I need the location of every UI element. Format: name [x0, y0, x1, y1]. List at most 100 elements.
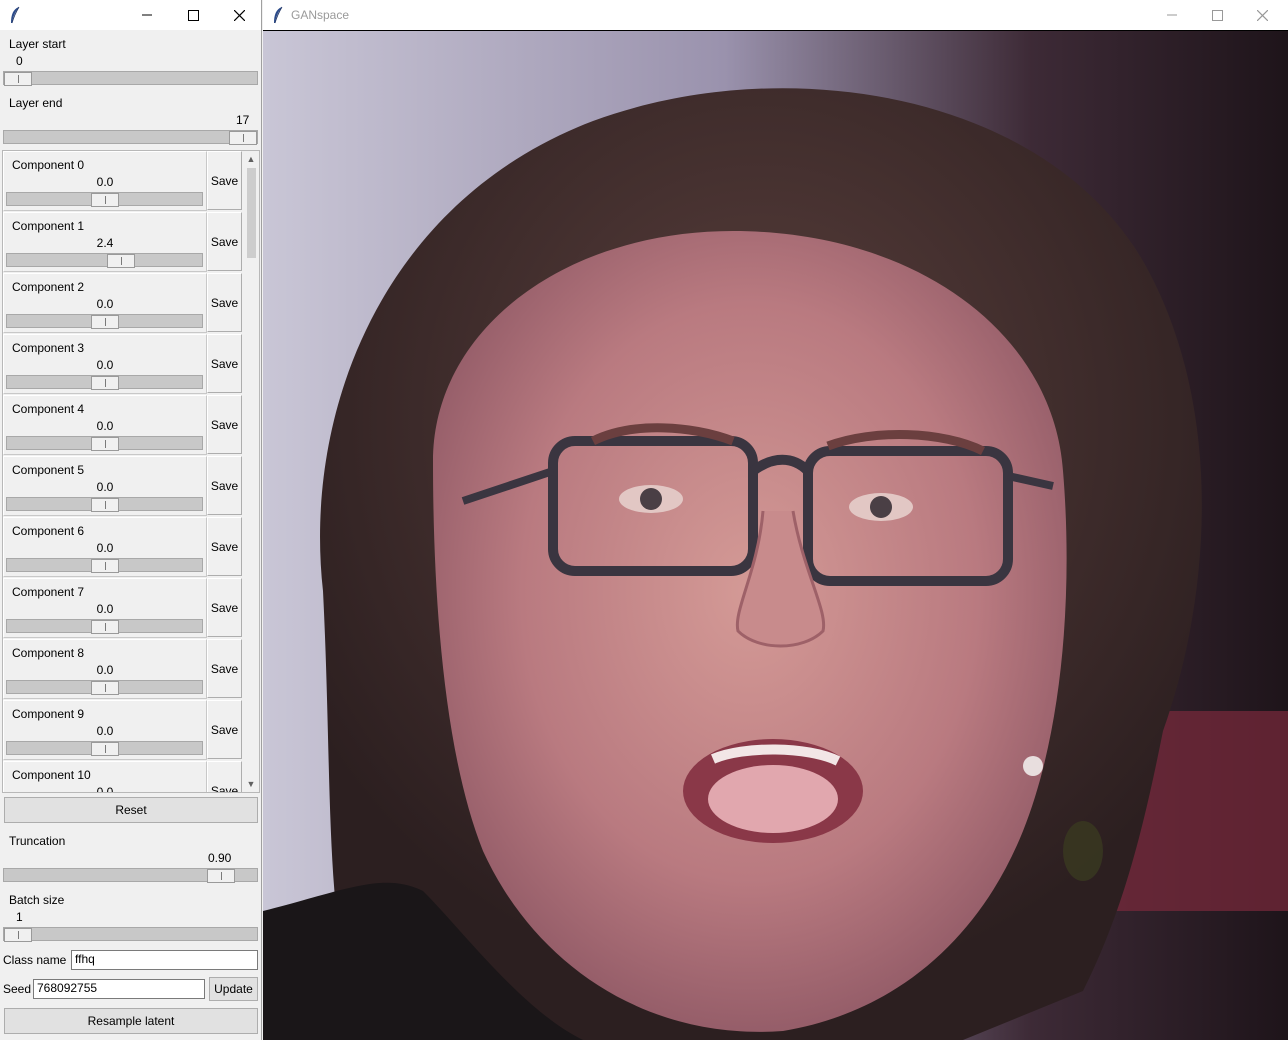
component-slider[interactable] — [6, 741, 203, 756]
class-name-input[interactable]: ffhq — [71, 950, 258, 970]
component-list[interactable]: Component 0 0.0 Save Component 1 2.4 Save Comp… — [2, 150, 260, 793]
batch-size-slider-thumb[interactable] — [4, 928, 32, 942]
component-label: Component 8 — [12, 646, 85, 660]
component-slider-thumb[interactable] — [91, 315, 119, 329]
component-save-button[interactable]: Save — [207, 151, 242, 210]
maximize-button[interactable] — [170, 0, 216, 30]
feather-icon — [11, 6, 20, 24]
scrollbar-thumb[interactable] — [247, 168, 256, 258]
component-value: 2.4 — [96, 236, 114, 250]
truncation-slider-thumb[interactable] — [207, 869, 235, 883]
component-save-button[interactable]: Save — [207, 212, 242, 271]
scroll-down-icon[interactable]: ▼ — [243, 776, 259, 792]
component-value: 0.0 — [96, 663, 114, 677]
component-label: Component 6 — [12, 524, 85, 538]
window-title: GANspace — [291, 8, 350, 22]
component-value: 0.0 — [96, 480, 114, 494]
class-name-label: Class name — [3, 953, 67, 967]
minimize-icon — [1167, 14, 1177, 16]
image-titlebar: GANspace — [263, 0, 1288, 30]
component-label: Component 1 — [12, 219, 85, 233]
component-save-button[interactable]: Save — [207, 761, 242, 792]
layer-end-value: 17 — [236, 113, 250, 127]
component-value: 0.0 — [96, 724, 114, 738]
component-slider-thumb[interactable] — [91, 437, 119, 451]
component-slider-thumb[interactable] — [91, 498, 119, 512]
component-value: 0.0 — [96, 785, 114, 793]
component-value: 0.0 — [96, 297, 114, 311]
component-label: Component 2 — [12, 280, 85, 294]
close-icon — [233, 9, 245, 21]
component-slider[interactable] — [6, 314, 203, 329]
component-slider[interactable] — [6, 680, 203, 695]
component-slider[interactable] — [6, 436, 203, 451]
component-row: Component 3 0.0 Save — [3, 334, 243, 395]
layer-end-slider[interactable] — [3, 130, 258, 145]
component-save-button[interactable]: Save — [207, 395, 242, 454]
close-button[interactable] — [1239, 0, 1285, 30]
batch-size-label: Batch size — [9, 893, 65, 907]
component-save-button[interactable]: Save — [207, 639, 242, 698]
component-slider-thumb[interactable] — [91, 681, 119, 695]
component-slider[interactable] — [6, 375, 203, 390]
component-save-button[interactable]: Save — [207, 578, 242, 637]
component-label: Component 7 — [12, 585, 85, 599]
batch-size-slider[interactable] — [3, 927, 258, 942]
close-button[interactable] — [216, 0, 261, 30]
minimize-icon — [142, 14, 152, 16]
component-slider-thumb[interactable] — [91, 193, 119, 207]
layer-start-label: Layer start — [9, 37, 66, 51]
component-slider[interactable] — [6, 192, 203, 207]
component-value: 0.0 — [96, 175, 114, 189]
maximize-icon — [187, 9, 199, 21]
feather-icon — [274, 6, 283, 24]
component-slider-thumb[interactable] — [91, 742, 119, 756]
layer-start-slider[interactable] — [3, 71, 258, 86]
component-row: Component 7 0.0 Save — [3, 578, 243, 639]
component-slider[interactable] — [6, 619, 203, 634]
component-label: Component 9 — [12, 707, 85, 721]
seed-input[interactable]: 768092755 — [33, 979, 205, 999]
component-row: Component 8 0.0 Save — [3, 639, 243, 700]
layer-end-slider-thumb[interactable] — [229, 131, 257, 145]
component-save-button[interactable]: Save — [207, 456, 242, 515]
component-row: Component 0 0.0 Save — [3, 151, 243, 212]
minimize-button[interactable] — [1149, 0, 1195, 30]
component-slider-thumb[interactable] — [107, 254, 135, 268]
component-label: Component 0 — [12, 158, 85, 172]
batch-size-value: 1 — [16, 910, 23, 924]
close-icon — [1256, 9, 1268, 21]
component-slider-thumb[interactable] — [91, 620, 119, 634]
component-row: Component 2 0.0 Save — [3, 273, 243, 334]
component-label: Component 10 — [12, 768, 91, 782]
component-save-button[interactable]: Save — [207, 700, 242, 759]
component-row: Component 9 0.0 Save — [3, 700, 243, 761]
component-row: Component 10 0.0 Save — [3, 761, 243, 793]
component-slider[interactable] — [6, 253, 203, 268]
component-row: Component 6 0.0 Save — [3, 517, 243, 578]
component-slider-thumb[interactable] — [91, 559, 119, 573]
component-slider[interactable] — [6, 497, 203, 512]
maximize-button[interactable] — [1194, 0, 1240, 30]
component-label: Component 5 — [12, 463, 85, 477]
component-slider-thumb[interactable] — [91, 376, 119, 390]
component-scrollbar[interactable]: ▲ ▼ — [243, 151, 259, 792]
control-titlebar — [0, 0, 261, 30]
minimize-button[interactable] — [124, 0, 170, 30]
scroll-up-icon[interactable]: ▲ — [243, 151, 259, 167]
truncation-slider[interactable] — [3, 868, 258, 883]
component-save-button[interactable]: Save — [207, 273, 242, 332]
generated-face-image — [263, 31, 1288, 1040]
reset-button[interactable]: Reset — [4, 797, 258, 823]
component-value: 0.0 — [96, 358, 114, 372]
component-save-button[interactable]: Save — [207, 517, 242, 576]
resample-latent-button[interactable]: Resample latent — [4, 1008, 258, 1034]
update-button[interactable]: Update — [209, 977, 258, 1001]
layer-end-label: Layer end — [9, 96, 63, 110]
seed-label: Seed — [3, 982, 32, 996]
control-window: Layer start 0 Layer end 17 Component 0 0.… — [0, 0, 262, 1040]
layer-start-slider-thumb[interactable] — [4, 72, 32, 86]
component-save-button[interactable]: Save — [207, 334, 242, 393]
component-slider[interactable] — [6, 558, 203, 573]
component-label: Component 4 — [12, 402, 85, 416]
